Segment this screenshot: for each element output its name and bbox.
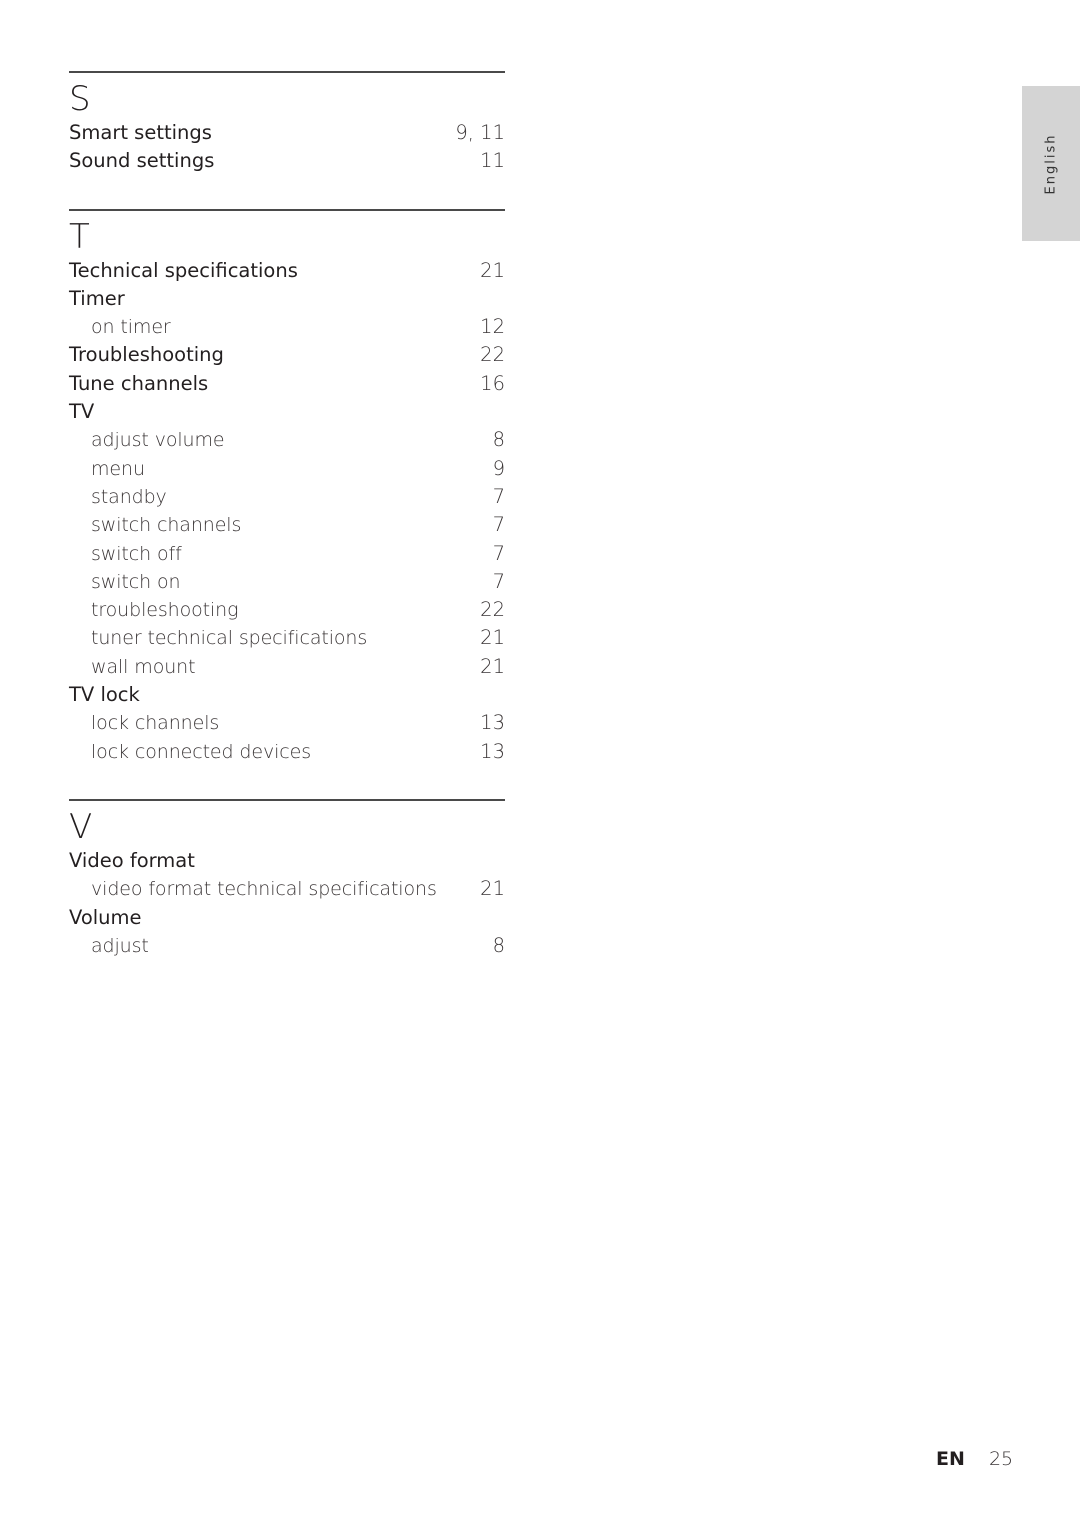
entry-pages: 7 — [492, 513, 505, 537]
section-letter: T — [69, 216, 90, 257]
section-divider — [69, 71, 505, 73]
section-letter: V — [69, 806, 93, 847]
entry-pages: 9 — [492, 456, 505, 480]
index-subentry: switch off 7 — [69, 540, 505, 568]
entry-pages: 12 — [480, 315, 505, 339]
entry-pages: 7 — [492, 484, 505, 508]
index-subentry: standby 7 — [69, 483, 505, 511]
entry-pages: 7 — [492, 541, 505, 565]
index-entry: Technical specifications 21 — [69, 257, 505, 285]
entry-term: Troubleshooting — [69, 343, 224, 367]
entry-term: Tune channels — [69, 371, 209, 395]
entry-pages: 21 — [480, 654, 505, 678]
entry-pages: 11 — [480, 149, 505, 173]
section-divider — [69, 798, 505, 801]
entry-pages: 16 — [480, 371, 505, 395]
index-section: T Technical specifications 21 Timer on timer… — [69, 208, 505, 766]
entry-term: switch on — [91, 570, 181, 593]
entry-term: Video format — [69, 848, 195, 872]
language-code: EN — [936, 1448, 965, 1470]
entry-term: Technical specifications — [69, 258, 298, 282]
entry-term: standby — [91, 485, 167, 508]
entry-term: Volume — [69, 905, 142, 929]
language-tab: English — [1022, 86, 1080, 241]
index-entry: TV lock — [69, 681, 505, 709]
index-entry: Video format — [69, 847, 505, 875]
language-tab-label: English — [1043, 133, 1059, 194]
entry-term: troubleshooting — [91, 599, 239, 622]
entry-term: Timer — [69, 286, 125, 310]
entry-term: Smart settings — [69, 121, 212, 144]
entry-term: lock channels — [91, 712, 220, 735]
index-entry: Sound settings 11 — [69, 147, 505, 175]
entry-pages: 22 — [480, 343, 505, 367]
index-subentry: switch on 7 — [69, 568, 505, 596]
entry-term: adjust — [91, 934, 149, 957]
index-entry: TV — [69, 398, 505, 426]
entry-term: menu — [91, 457, 145, 480]
entry-term: Sound settings — [69, 149, 215, 173]
index-subentry: tuner technical specifications 21 — [69, 624, 505, 652]
entry-pages: 13 — [480, 739, 505, 763]
entry-pages: 8 — [492, 933, 505, 957]
index-entry: Timer — [69, 285, 505, 313]
page-footer: EN 25 — [936, 1448, 1013, 1470]
entry-term: on timer — [91, 316, 171, 339]
entry-pages: 21 — [480, 258, 505, 282]
entry-pages: 22 — [480, 598, 505, 622]
index-entry: Troubleshooting 22 — [69, 341, 505, 369]
index-subentry: lock connected devices 13 — [69, 738, 505, 766]
index-subentry: lock channels 13 — [69, 709, 505, 737]
index-list: S Smart settings 9, 11 Sound settings 11 T Tec… — [69, 71, 505, 960]
entry-term: wall mount — [91, 655, 196, 678]
page-number: 25 — [988, 1448, 1014, 1470]
index-section: S Smart settings 9, 11 Sound settings 11 — [69, 71, 505, 176]
entry-pages: 13 — [480, 711, 505, 735]
entry-term: TV lock — [69, 683, 140, 707]
entry-term: lock connected devices — [91, 740, 312, 763]
index-subentry: menu 9 — [69, 455, 505, 483]
entry-pages: 21 — [480, 626, 505, 650]
entry-term: tuner technical specifications — [91, 627, 368, 650]
index-subentry: video format technical specifications 21 — [69, 875, 505, 903]
entry-term: TV — [69, 400, 95, 424]
index-entry: Volume — [69, 904, 505, 932]
index-entry: Tune channels 16 — [69, 370, 505, 398]
entry-term: adjust volume — [91, 429, 225, 452]
index-entry: Smart settings 9, 11 — [69, 119, 505, 147]
index-section: V Video format video format technical spec… — [69, 798, 505, 960]
index-subentry: adjust volume 8 — [69, 426, 505, 454]
entry-term: video format technical specifications — [91, 878, 437, 901]
entry-pages: 7 — [492, 569, 505, 593]
index-subentry: switch channels 7 — [69, 511, 505, 539]
index-subentry: adjust 8 — [69, 932, 505, 960]
entry-term: switch channels — [91, 514, 242, 537]
entry-term: switch off — [91, 542, 182, 565]
section-divider — [69, 208, 505, 211]
index-subentry: wall mount 21 — [69, 653, 505, 681]
entry-pages: 21 — [480, 877, 505, 901]
index-subentry: on timer 12 — [69, 313, 505, 341]
entry-pages: 9, 11 — [455, 121, 505, 144]
index-subentry: troubleshooting 22 — [69, 596, 505, 624]
section-letter: S — [69, 79, 91, 119]
entry-pages: 8 — [492, 428, 505, 452]
